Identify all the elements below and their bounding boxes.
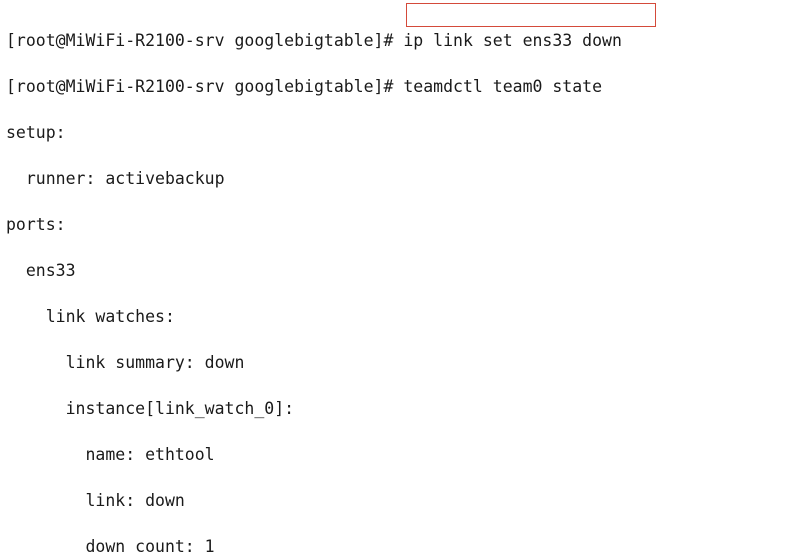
output-line: setup: bbox=[6, 121, 797, 144]
output-line: down count: 1 bbox=[6, 535, 797, 555]
shell-prompt: [root@MiWiFi-R2100-srv googlebigtable]# bbox=[6, 31, 403, 50]
prompt-line-1: [root@MiWiFi-R2100-srv googlebigtable]# … bbox=[6, 29, 797, 52]
output-line: ens33 bbox=[6, 259, 797, 282]
command-2: teamdctl team0 state bbox=[403, 77, 602, 96]
output-line: link watches: bbox=[6, 305, 797, 328]
output-line: link: down bbox=[6, 489, 797, 512]
prompt-line-2: [root@MiWiFi-R2100-srv googlebigtable]# … bbox=[6, 75, 797, 98]
output-line: instance[link_watch_0]: bbox=[6, 397, 797, 420]
output-line: link summary: down bbox=[6, 351, 797, 374]
command-1: ip link set ens33 down bbox=[403, 31, 622, 50]
shell-prompt: [root@MiWiFi-R2100-srv googlebigtable]# bbox=[6, 77, 403, 96]
output-line: name: ethtool bbox=[6, 443, 797, 466]
output-line: ports: bbox=[6, 213, 797, 236]
output-line: runner: activebackup bbox=[6, 167, 797, 190]
terminal-output[interactable]: [root@MiWiFi-R2100-srv googlebigtable]# … bbox=[0, 0, 803, 555]
